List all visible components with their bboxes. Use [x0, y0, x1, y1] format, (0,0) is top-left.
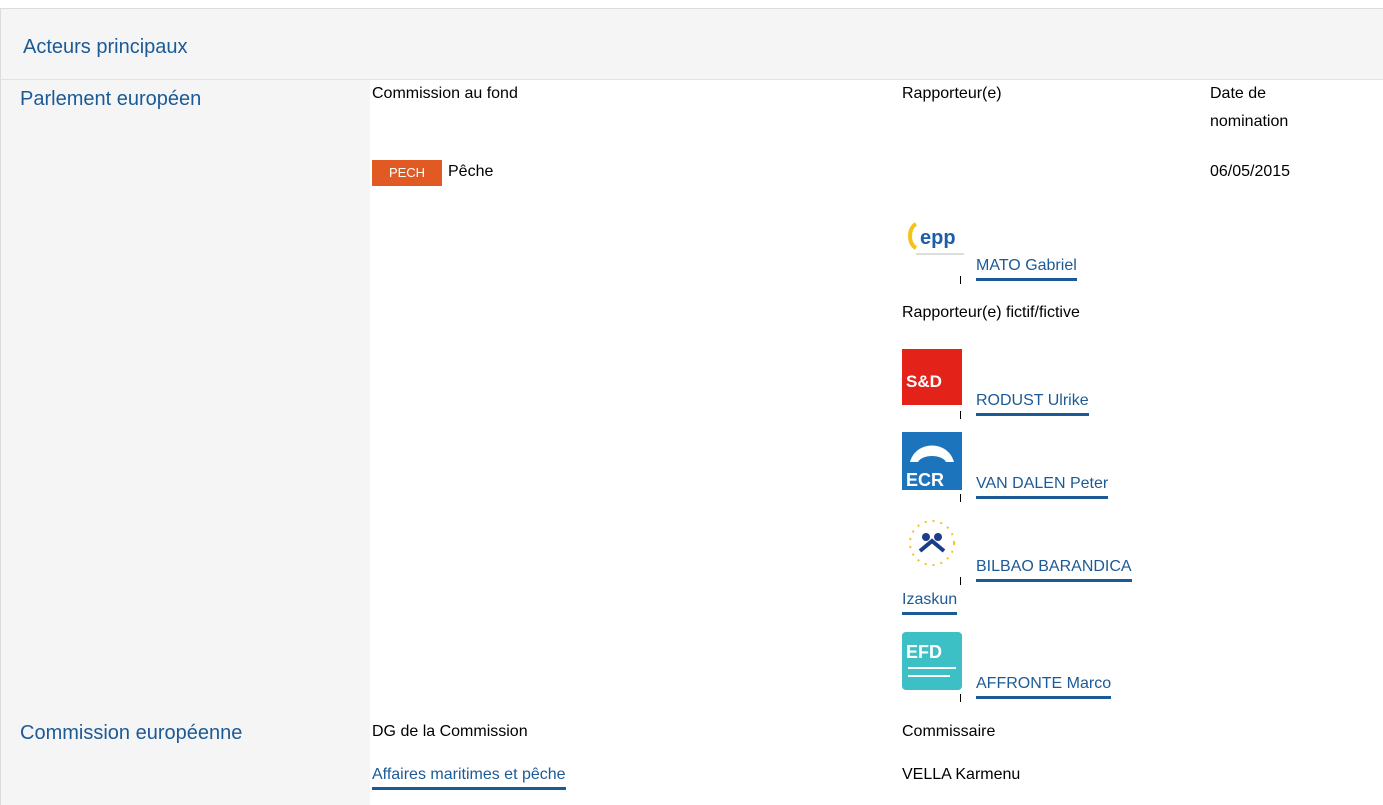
nomination-date: 06/05/2015: [1210, 163, 1291, 180]
ecr-logo-icon: ECR: [902, 432, 972, 494]
shadow-link-bilbao-line2[interactable]: Izaskun: [902, 589, 958, 615]
svg-text:ECR: ECR: [906, 470, 944, 490]
logo-divider: [960, 276, 961, 284]
panel-title: Acteurs principaux: [23, 36, 188, 58]
shadow-link-van-dalen[interactable]: VAN DALEN Peter: [976, 473, 1109, 499]
svg-text:epp: epp: [920, 227, 956, 249]
shadow-link-rodust[interactable]: RODUST Ulrike: [976, 390, 1089, 416]
shadow-link-affronte[interactable]: AFFRONTE Marco: [976, 673, 1112, 699]
dg-link[interactable]: Affaires maritimes et pêche: [372, 764, 566, 790]
column-header-dg: DG de la Commission: [372, 723, 528, 740]
parliament-label: Parlement européen: [20, 88, 202, 110]
column-header-rapporteur: Rapporteur(e): [902, 85, 1002, 102]
efdd-logo-icon: EFD: [902, 632, 972, 694]
shadow-rapporteur-label: Rapporteur(e) fictif/fictive: [902, 304, 1080, 321]
column-header-commissioner: Commissaire: [902, 723, 996, 740]
commissioner-name: VELLA Karmenu: [902, 766, 1021, 783]
rapporteur-link-mato[interactable]: MATO Gabriel: [976, 255, 1077, 281]
logo-divider: [960, 577, 961, 585]
committee-badge: PECH: [372, 160, 442, 186]
shadow-link-bilbao-line1[interactable]: BILBAO BARANDICA: [976, 556, 1132, 582]
alde-logo-icon: [902, 515, 972, 577]
left-column: [0, 80, 370, 805]
svg-text:S&D: S&D: [906, 372, 942, 391]
logo-divider: [960, 494, 961, 502]
committee-name: Pêche: [448, 163, 494, 180]
svg-text:EFD: EFD: [906, 642, 942, 662]
top-strip: [0, 0, 1383, 8]
panel-header: Acteurs principaux: [0, 8, 1383, 80]
sd-logo-icon: S&D: [902, 349, 972, 411]
logo-divider: [960, 411, 961, 419]
logo-divider: [960, 694, 961, 702]
column-header-committee: Commission au fond: [372, 85, 518, 102]
epp-logo-icon: epp: [902, 214, 972, 276]
commission-label: Commission européenne: [20, 722, 243, 744]
column-header-date: Date de nomination: [1210, 85, 1289, 130]
